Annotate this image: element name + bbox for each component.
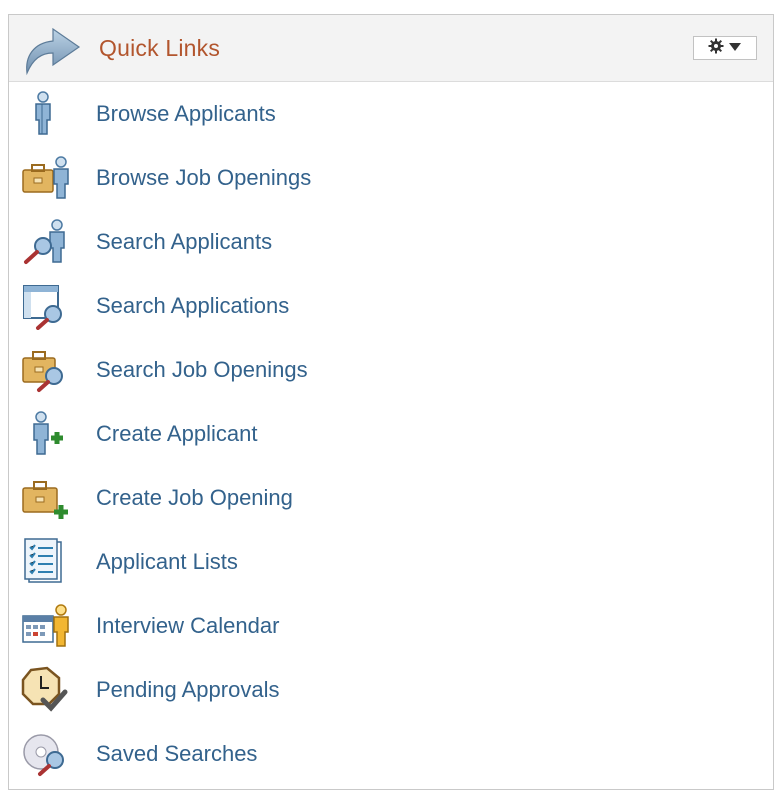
- calendar-person-icon: [21, 602, 73, 650]
- person-icon: [21, 90, 73, 138]
- link-saved-searches[interactable]: Saved Searches: [9, 722, 773, 786]
- link-pending-approvals[interactable]: Pending Approvals: [9, 658, 773, 722]
- link-label: Applicant Lists: [96, 549, 238, 574]
- link-browse-job-openings[interactable]: Browse Job Openings: [9, 146, 773, 210]
- link-label: Create Applicant: [96, 421, 258, 446]
- link-label: Saved Searches: [96, 741, 258, 766]
- link-create-applicant[interactable]: Create Applicant: [9, 402, 773, 466]
- briefcase-person-icon: [21, 154, 73, 202]
- window-magnifier-icon: [21, 282, 73, 330]
- pagelet-actions-button[interactable]: [693, 36, 757, 60]
- link-label: Interview Calendar: [96, 613, 280, 638]
- link-browse-applicants[interactable]: Browse Applicants: [9, 82, 773, 146]
- link-label: Browse Job Openings: [96, 165, 312, 190]
- gear-icon: [708, 38, 724, 59]
- person-plus-icon: [21, 410, 73, 458]
- disc-magnifier-icon: [21, 730, 73, 778]
- clock-check-icon: [21, 666, 73, 714]
- pagelet-header: Quick Links: [9, 15, 773, 82]
- link-search-applications[interactable]: Search Applications: [9, 274, 773, 338]
- link-label: Browse Applicants: [96, 101, 276, 126]
- link-interview-calendar[interactable]: Interview Calendar: [9, 594, 773, 658]
- quick-links-pagelet: Quick Links Browse Applicants Browse Job…: [8, 14, 774, 790]
- briefcase-plus-icon: [21, 474, 73, 522]
- link-label: Search Applicants: [96, 229, 273, 254]
- curved-arrow-icon: [19, 21, 83, 77]
- link-applicant-lists[interactable]: Applicant Lists: [9, 530, 773, 594]
- briefcase-magnifier-icon: [21, 346, 73, 394]
- person-magnifier-icon: [21, 218, 73, 266]
- page-title: Quick Links: [99, 35, 221, 61]
- link-label: Create Job Opening: [96, 485, 293, 510]
- link-create-job-opening[interactable]: Create Job Opening: [9, 466, 773, 530]
- quick-links-list: Browse Applicants Browse Job Openings Se…: [9, 82, 773, 786]
- caret-down-icon: [728, 39, 742, 57]
- link-label: Search Applications: [96, 293, 290, 318]
- link-label: Search Job Openings: [96, 357, 308, 382]
- link-label: Pending Approvals: [96, 677, 280, 702]
- checklist-icon: [21, 538, 73, 586]
- link-search-applicants[interactable]: Search Applicants: [9, 210, 773, 274]
- link-search-job-openings[interactable]: Search Job Openings: [9, 338, 773, 402]
